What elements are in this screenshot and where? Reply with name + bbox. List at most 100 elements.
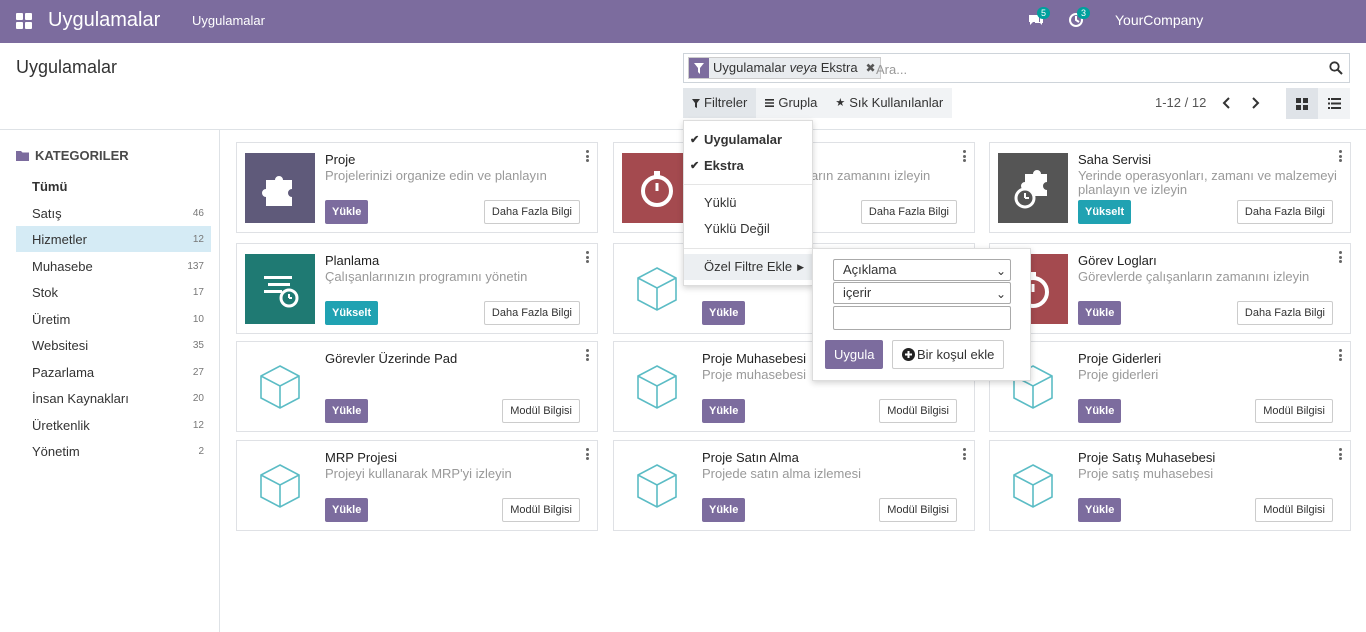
filters-dropdown: ✔ Uygulamalar ✔ Ekstra Yüklü Yüklü Değil Ö…	[683, 120, 813, 286]
kanban-view-icon[interactable]	[1286, 88, 1318, 119]
kebab-icon[interactable]	[586, 349, 589, 361]
category-count: 20	[192, 392, 204, 404]
check-icon: ✔	[690, 160, 700, 172]
filter-option-installed[interactable]: Yüklü	[684, 190, 812, 216]
filter-operator-select[interactable]: içerir ⌄	[833, 282, 1011, 304]
filter-option-apps[interactable]: ✔ Uygulamalar	[684, 127, 812, 153]
kebab-icon[interactable]	[1339, 349, 1342, 361]
kebab-icon[interactable]	[586, 251, 589, 263]
apps-grid-icon[interactable]	[16, 13, 32, 29]
app-description: Yerinde operasyonları, zamanı ve malzeme…	[1078, 168, 1337, 197]
module-info-button[interactable]: Modül Bilgisi	[879, 498, 957, 522]
menu-apps[interactable]: Uygulamalar	[192, 13, 265, 28]
funnel-icon	[692, 98, 700, 108]
filter-option-not-installed[interactable]: Yüklü Değil	[684, 216, 812, 242]
install-button[interactable]: Yükle	[325, 200, 369, 224]
kebab-icon[interactable]	[1339, 251, 1342, 263]
activities-icon[interactable]: 3	[1067, 7, 1091, 29]
filter-field-select[interactable]: Açıklama ⌄	[833, 259, 1011, 281]
category-item[interactable]: İnsan Kaynakları 20	[16, 385, 211, 411]
category-item[interactable]: Stok 17	[16, 279, 211, 305]
favorites-button[interactable]: ★ Sık Kullanılanlar	[826, 88, 953, 118]
kebab-icon[interactable]	[1339, 448, 1342, 460]
module-info-button[interactable]: Modül Bilgisi	[502, 498, 580, 522]
upgrade-button[interactable]: Yükselt	[325, 301, 379, 325]
kebab-icon[interactable]	[586, 448, 589, 460]
list-view-icon[interactable]	[1318, 88, 1350, 119]
more-info-button[interactable]: Daha Fazla Bilgi	[1236, 301, 1333, 325]
install-button[interactable]: Yükle	[325, 399, 369, 423]
filters-button[interactable]: Filtreler	[683, 88, 757, 118]
app-card[interactable]: Görev Logları Görevlerde çalışanların za…	[989, 243, 1351, 334]
facet-connector: veya	[789, 60, 818, 75]
company-switcher[interactable]: YourCompany	[1115, 12, 1203, 28]
category-label: Tümü	[32, 178, 68, 194]
pager-next-icon[interactable]	[1248, 95, 1262, 111]
app-card[interactable]: Planlama Çalışanlarınızın programını yön…	[236, 243, 598, 334]
app-card[interactable]: Proje Satın Alma Projede satın alma izle…	[613, 440, 975, 531]
more-info-button[interactable]: Daha Fazla Bilgi	[483, 301, 580, 325]
category-item[interactable]: Muhasebe 137	[16, 253, 211, 279]
more-info-button[interactable]: Daha Fazla Bilgi	[483, 200, 580, 224]
install-button[interactable]: Yükle	[702, 399, 746, 423]
install-button[interactable]: Yükle	[325, 498, 369, 522]
category-item[interactable]: Satış 46	[16, 200, 211, 226]
category-count: 12	[192, 419, 204, 431]
messages-icon[interactable]: 5	[1027, 7, 1051, 29]
search-box[interactable]: Uygulamalar veya Ekstra ✖	[683, 53, 1350, 83]
category-item[interactable]: Tümü	[16, 173, 211, 199]
more-info-button[interactable]: Daha Fazla Bilgi	[860, 200, 957, 224]
install-button[interactable]: Yükle	[1078, 399, 1122, 423]
install-button[interactable]: Yükle	[1078, 301, 1122, 325]
category-item[interactable]: Hizmetler 12	[16, 226, 211, 252]
module-info-button[interactable]: Modül Bilgisi	[502, 399, 580, 423]
category-item[interactable]: Üretim 10	[16, 306, 211, 332]
category-item[interactable]: Pazarlama 27	[16, 359, 211, 385]
app-description: Görevlerde çalışanların zamanını izleyin	[1078, 269, 1310, 284]
category-count: 27	[192, 366, 204, 378]
module-info-button[interactable]: Modül Bilgisi	[1255, 399, 1333, 423]
filter-option-label: Uygulamalar	[704, 132, 783, 147]
filter-value-input[interactable]	[833, 306, 1011, 330]
install-button[interactable]: Yükle	[702, 498, 746, 522]
kebab-icon[interactable]	[1339, 150, 1342, 162]
plus-circle-icon	[902, 348, 915, 361]
module-cube-icon	[622, 254, 692, 324]
install-button[interactable]: Yükle	[702, 301, 746, 325]
upgrade-button[interactable]: Yükselt	[1078, 200, 1132, 224]
app-name: Saha Servisi	[1078, 152, 1151, 167]
install-button[interactable]: Yükle	[1078, 498, 1122, 522]
filter-option-extra[interactable]: ✔ Ekstra	[684, 153, 812, 179]
kebab-icon[interactable]	[963, 448, 966, 460]
category-item[interactable]: Yönetim 2	[16, 438, 211, 464]
category-item[interactable]: Websitesi 35	[16, 332, 211, 358]
app-card[interactable]: MRP Projesi Projeyi kullanarak MRP'yi iz…	[236, 440, 598, 531]
app-card[interactable]: Proje Giderleri Proje giderleri Yükle Mo…	[989, 341, 1351, 432]
pager-previous-icon[interactable]	[1220, 95, 1234, 111]
apply-filter-button[interactable]: Uygula	[825, 340, 884, 369]
groupby-button[interactable]: Grupla	[756, 88, 827, 118]
app-card[interactable]: Proje Projelerinizi organize edin ve pla…	[236, 142, 598, 233]
app-card[interactable]: Görevler Üzerinde Pad Yükle Modül Bilgis…	[236, 341, 598, 432]
category-item[interactable]: Üretkenlik 12	[16, 412, 211, 438]
module-info-button[interactable]: Modül Bilgisi	[1255, 498, 1333, 522]
category-label: Yönetim	[32, 443, 80, 459]
app-card[interactable]: Saha Servisi Yerinde operasyonları, zama…	[989, 142, 1351, 233]
puzzle-icon	[245, 153, 315, 223]
search-input[interactable]	[876, 59, 1316, 79]
category-label: Satış	[32, 205, 62, 221]
category-label: Pazarlama	[32, 364, 95, 380]
kebab-icon[interactable]	[586, 150, 589, 162]
pager-value[interactable]: 1-12 / 12	[1155, 95, 1206, 110]
more-info-button[interactable]: Daha Fazla Bilgi	[1236, 200, 1333, 224]
search-icon[interactable]	[1329, 61, 1343, 75]
module-info-button[interactable]: Modül Bilgisi	[879, 399, 957, 423]
add-custom-filter-toggle[interactable]: Özel Filtre Ekle ▶	[684, 254, 812, 280]
add-condition-button[interactable]: Bir koşul ekle	[892, 340, 1005, 369]
category-count: 10	[192, 313, 204, 325]
app-brand[interactable]: Uygulamalar	[48, 9, 160, 32]
kebab-icon[interactable]	[963, 150, 966, 162]
app-card[interactable]: Proje Satış Muhasebesi Proje satış muhas…	[989, 440, 1351, 531]
app-name: Görev Logları	[1078, 253, 1157, 268]
app-name: Proje Satın Alma	[702, 450, 799, 465]
